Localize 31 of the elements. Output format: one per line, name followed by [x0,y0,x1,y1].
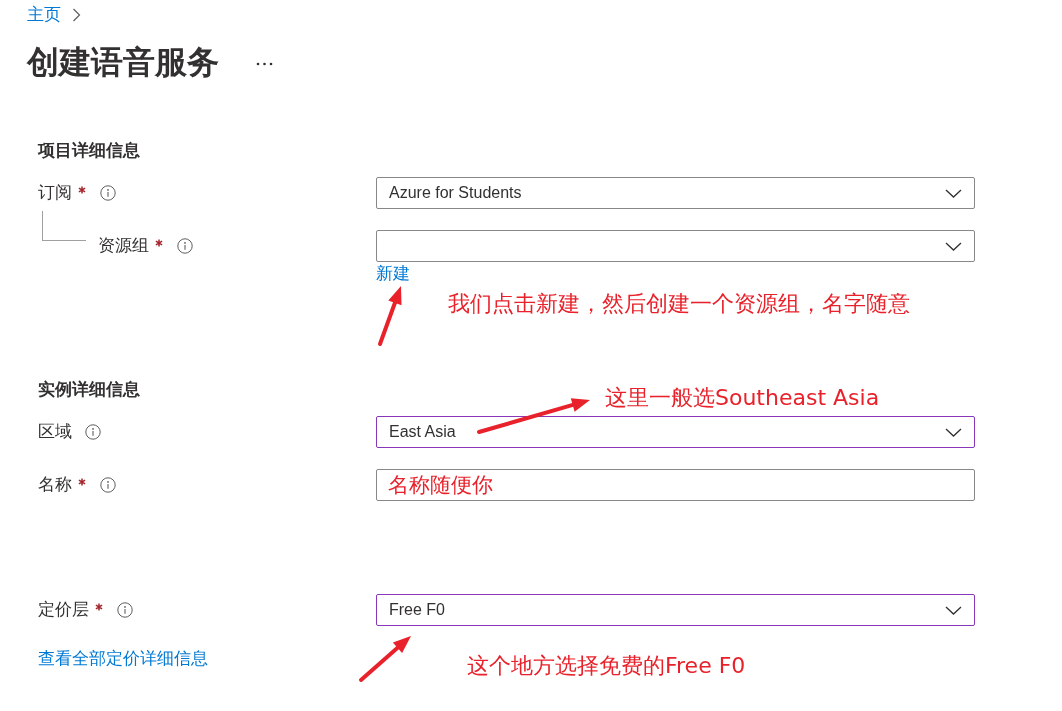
tree-connector [42,211,86,242]
create-new-link[interactable]: 新建 [376,265,410,284]
dropdown[interactable]: Azure for Students [376,177,975,210]
info-icon[interactable] [85,424,101,441]
annotation-note: 我们点击新建，然后创建一个资源组，名字随意 [448,291,910,317]
dropdown[interactable] [376,230,975,263]
chevron-down-icon [945,188,962,198]
field-label: 名称 [38,474,72,497]
info-icon[interactable] [177,238,193,255]
dropdown[interactable]: East Asia [376,416,975,449]
section-heading: 实例详细信息 [38,379,140,402]
more-icon[interactable] [256,62,273,67]
chevron-down-icon [945,605,962,615]
info-icon[interactable] [100,477,116,494]
info-icon[interactable] [100,185,116,202]
chevron-down-icon [945,427,962,437]
field-label: 资源组 [98,235,149,258]
breadcrumb-link[interactable]: 主页 [27,5,61,26]
field-label: 定价层 [38,599,89,622]
annotation-note: 这里一般选Southeast Asia [605,385,880,411]
text-field[interactable]: 名称随便你 [376,469,975,502]
pricing-details-link[interactable]: 查看全部定价详细信息 [38,650,208,669]
field-label: 订阅 [38,182,72,205]
info-icon[interactable] [117,602,133,619]
chevron-down-icon [945,241,962,251]
page-title: 创建语音服务 [27,43,219,83]
chevron-right-icon [72,8,81,23]
field-label: 区域 [38,421,72,444]
section-heading: 项目详细信息 [38,140,140,163]
dropdown[interactable]: Free F0 [376,594,975,627]
annotation-note: 这个地方选择免费的Free F0 [467,653,746,679]
